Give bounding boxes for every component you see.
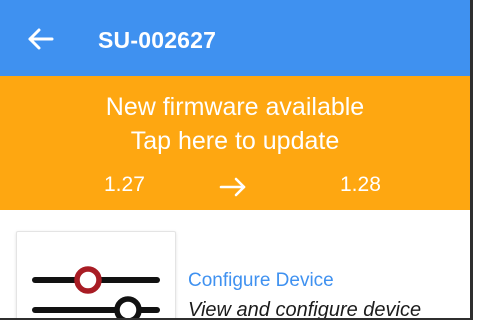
firmware-available-text: New firmware available [105, 93, 365, 121]
page-title: SU-002627 [98, 27, 217, 53]
configure-device-description: View and configure device [188, 299, 422, 320]
new-version: 1.28 [340, 173, 381, 196]
firmware-update-banner[interactable]: New firmware available Tap here to updat… [0, 76, 470, 210]
screen-frame: SU-002627 New firmware available Tap her… [0, 0, 473, 320]
configure-device-icon-box[interactable] [16, 231, 176, 318]
back-button[interactable] [26, 24, 56, 54]
sliders-icon [32, 266, 160, 318]
tap-to-update-text: Tap here to update [130, 127, 340, 155]
configure-device-link[interactable]: Configure Device [188, 270, 334, 292]
current-version: 1.27 [104, 173, 145, 196]
arrow-left-icon [28, 28, 54, 50]
app-bar: SU-002627 [0, 0, 470, 76]
arrow-right-icon [219, 177, 246, 197]
